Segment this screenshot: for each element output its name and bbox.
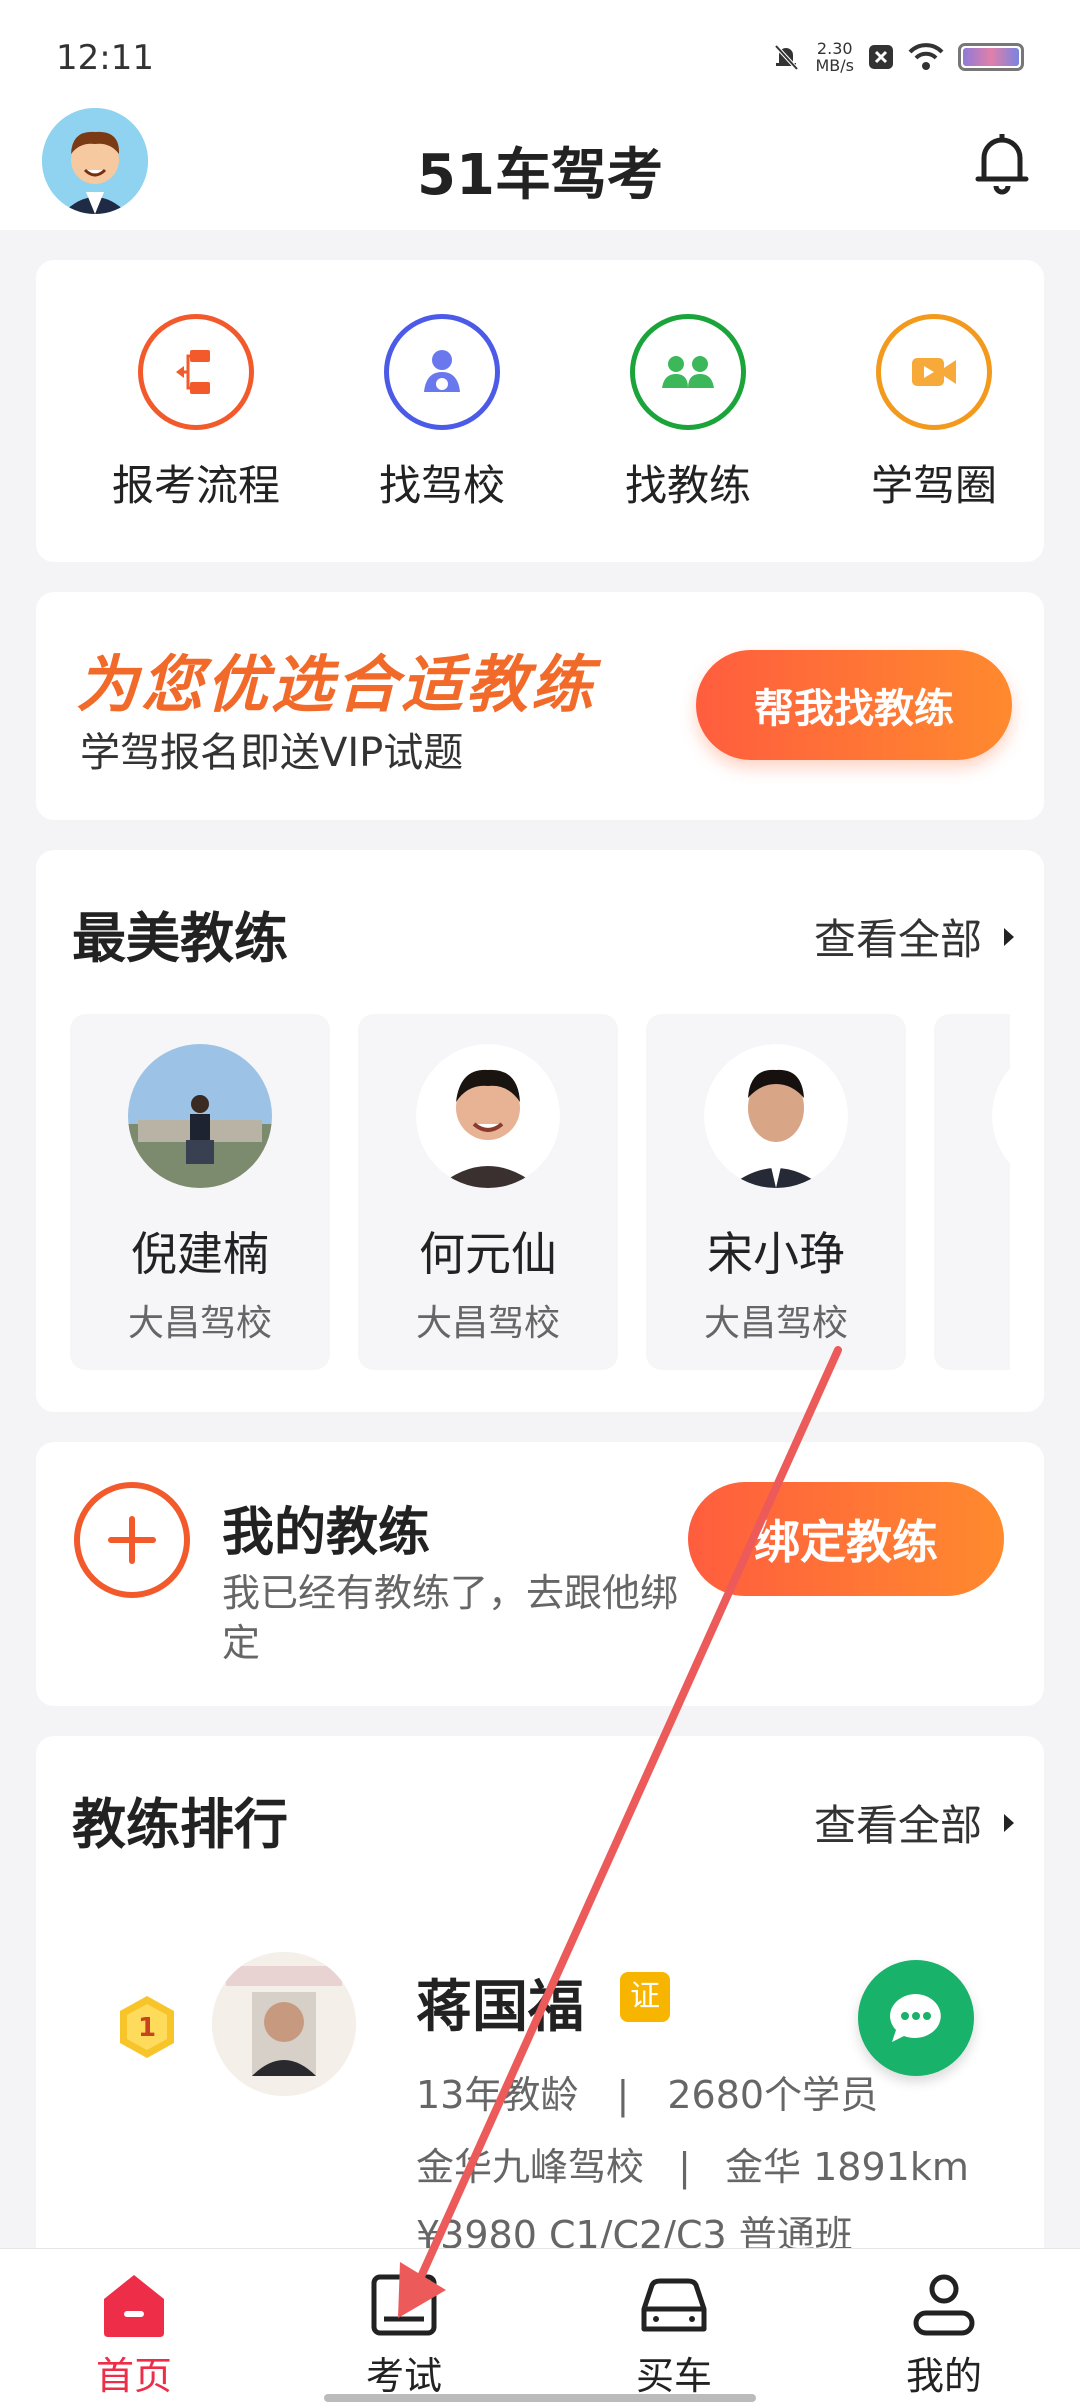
- best-coaches-see-all[interactable]: 查看全部: [814, 906, 1014, 967]
- status-icons: 2.30 MB/s: [771, 40, 1024, 74]
- tab-home[interactable]: 首页: [34, 2269, 234, 2400]
- chevron-right-icon: [1004, 1813, 1014, 1832]
- notification-bell-icon[interactable]: [962, 122, 1042, 202]
- my-coach-title: 我的教练: [222, 1503, 431, 1563]
- coach-school: 大: [934, 1294, 1010, 1346]
- coach-school: 大昌驾校: [703, 1303, 848, 1344]
- coach-name: 蒋国福: [416, 1975, 584, 2040]
- my-coach-description: 我已经有教练了，去跟他绑定: [222, 1571, 679, 1665]
- gold-medal-icon: 1: [120, 1996, 174, 2058]
- best-coaches-card: 最美教练 查看全部 倪建楠 大昌驾校 何元仙 大昌驾校 宋小琤 大昌驾校: [36, 850, 1044, 1412]
- my-coach-card: 我的教练 我已经有教练了，去跟他绑定 绑定教练: [36, 1442, 1044, 1706]
- coach-name: 阝: [934, 1218, 1010, 1284]
- home-indicator[interactable]: [324, 2394, 756, 2402]
- bind-coach-button[interactable]: 绑定教练: [688, 1482, 1004, 1596]
- status-time: 12:11: [56, 38, 154, 78]
- coach-photo: [128, 1044, 272, 1188]
- tab-exam[interactable]: 考试: [304, 2269, 504, 2400]
- coach-photo: [992, 1044, 1010, 1188]
- ranking-title: 教练排行: [72, 1793, 288, 1856]
- quick-action-registration-flow[interactable]: 报考流程: [96, 314, 296, 513]
- help-find-coach-button[interactable]: 帮我找教练: [696, 650, 1012, 760]
- coach-card[interactable]: 阝 大: [934, 1014, 1010, 1370]
- quick-actions-card: 报考流程 找驾校 找教练 学驾圈: [36, 260, 1044, 562]
- app-title: 51车驾考: [417, 143, 663, 208]
- coach-name: 何元仙: [419, 1227, 557, 1281]
- driver-icon: [384, 314, 500, 430]
- chat-button[interactable]: [858, 1960, 974, 2076]
- coach-name: 倪建楠: [131, 1227, 269, 1281]
- coach-photo: [416, 1044, 560, 1188]
- coach-school: 大昌驾校: [415, 1303, 560, 1344]
- coach-location: 金华九峰驾校 | 金华 1891km: [416, 2145, 969, 2189]
- flow-icon: [138, 314, 254, 430]
- wifi-icon: [908, 43, 944, 70]
- banner-headline: 为您优选合适教练: [76, 648, 597, 721]
- bottom-tab-bar: 首页 考试 买车 我的: [0, 2248, 1080, 2408]
- banner-subtitle: 学驾报名即送VIP试题: [80, 730, 464, 776]
- coach-stats: 13年教龄 | 2680个学员: [416, 2073, 879, 2117]
- coach-photo: [704, 1044, 848, 1188]
- chevron-right-icon: [1004, 927, 1014, 946]
- status-bar: 12:11 2.30 MB/s: [0, 0, 1080, 110]
- coach-carousel[interactable]: 倪建楠 大昌驾校 何元仙 大昌驾校 宋小琤 大昌驾校 阝 大: [70, 1014, 1010, 1370]
- ranking-see-all[interactable]: 查看全部: [814, 1792, 1014, 1853]
- coach-card[interactable]: 宋小琤 大昌驾校: [646, 1014, 906, 1370]
- add-icon[interactable]: [74, 1482, 190, 1598]
- chat-icon: [890, 1994, 941, 2042]
- exam-icon: [371, 2274, 437, 2336]
- tab-buy-car[interactable]: 买车: [574, 2269, 774, 2400]
- group-icon: [630, 314, 746, 430]
- video-icon: [876, 314, 992, 430]
- app-bar: 51车驾考: [0, 100, 1080, 230]
- coach-card[interactable]: 何元仙 大昌驾校: [358, 1014, 618, 1370]
- medal-rank: 1: [138, 2013, 156, 2043]
- quick-action-find-coach[interactable]: 找教练: [588, 314, 788, 513]
- coach-school: 大昌驾校: [127, 1303, 272, 1344]
- best-coaches-title: 最美教练: [72, 907, 288, 970]
- coach-name: 宋小琤: [707, 1227, 845, 1281]
- battery-icon: [958, 43, 1024, 71]
- mute-bell-icon: [775, 44, 799, 71]
- coach-photo: [212, 1952, 356, 2096]
- car-icon: [641, 2278, 707, 2332]
- profile-icon: [913, 2274, 975, 2336]
- promo-banner[interactable]: 为您优选合适教练 学驾报名即送VIP试题 帮我找教练: [36, 592, 1044, 820]
- quick-action-driving-circle[interactable]: 学驾圈: [834, 314, 1034, 513]
- network-speed: 2.30 MB/s: [815, 39, 854, 75]
- coach-card[interactable]: 倪建楠 大昌驾校: [70, 1014, 330, 1370]
- certified-badge: 证: [620, 1972, 670, 2022]
- home-icon: [104, 2275, 164, 2337]
- notification-x-icon: [869, 45, 893, 69]
- quick-action-find-school[interactable]: 找驾校: [342, 314, 542, 513]
- tab-profile[interactable]: 我的: [844, 2269, 1044, 2400]
